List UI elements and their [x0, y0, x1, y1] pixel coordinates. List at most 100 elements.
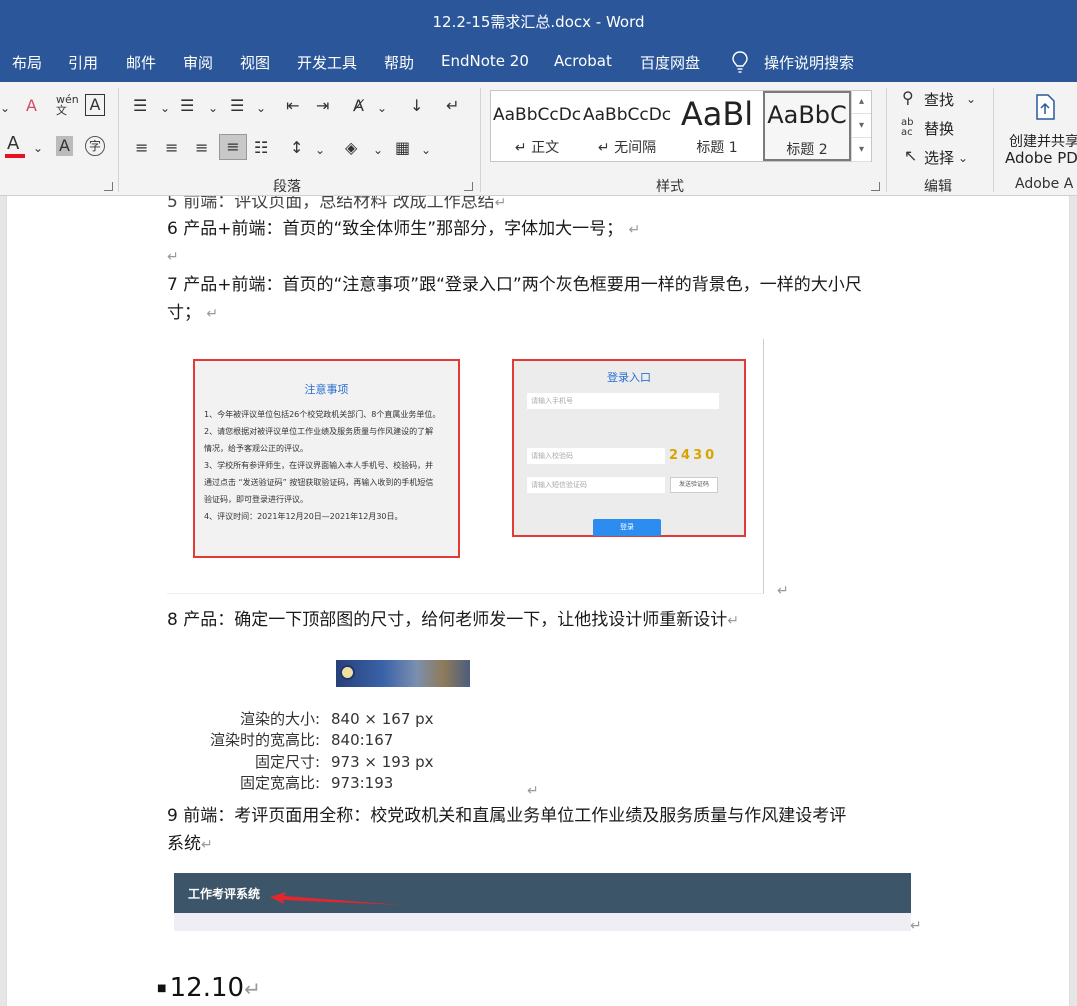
tab-acrobat[interactable]: Acrobat — [554, 52, 612, 70]
ribbon-tabs: 布局 引用 邮件 审阅 视图 开发工具 帮助 EndNote 20 Acroba… — [0, 42, 1077, 82]
tab-mailings[interactable]: 邮件 — [126, 52, 156, 73]
captcha-image: 2430 — [669, 448, 718, 463]
paragraph-group-label: 段落 — [273, 179, 301, 195]
chevron-down-icon[interactable]: ⌄ — [315, 140, 325, 160]
character-border-icon[interactable]: A — [85, 94, 105, 116]
tell-me-search[interactable]: 操作说明搜索 — [764, 52, 854, 73]
sms-code-field: 请输入短信验证码 — [527, 477, 665, 493]
line-text: 6 产品+前端：首页的“致全体师生”那部分，字体加大一号； — [167, 219, 624, 239]
chevron-down-icon[interactable]: ⌄ — [421, 140, 431, 160]
ribbon-separator — [886, 88, 887, 192]
enclose-characters-icon[interactable]: 字 — [85, 136, 105, 156]
sort-icon[interactable]: ↓ — [410, 96, 423, 116]
borders-icon[interactable]: ▦ — [395, 138, 410, 158]
heading-date: ■ 12.10↵ — [157, 973, 261, 1003]
dim-value: 840:167 — [331, 731, 394, 749]
dim-value: 973 × 193 px — [331, 753, 434, 771]
style-sample: AaBl — [680, 95, 754, 133]
notice-box: 注意事项 1、今年被评议单位包括26个校党政机关部门、8个直属业务单位。 2、请… — [193, 359, 460, 558]
align-right-icon[interactable]: ≡ — [195, 138, 208, 158]
justify-icon[interactable]: ≡ — [219, 134, 247, 160]
paragraph-mark-dims: ↵ — [527, 776, 539, 805]
increase-indent-icon[interactable]: ⇥ — [316, 96, 329, 116]
tab-review[interactable]: 审阅 — [183, 52, 213, 73]
embedded-screenshot-homepage[interactable]: 注意事项 1、今年被评议单位包括26个校党政机关部门、8个直属业务单位。 2、请… — [167, 339, 764, 594]
chevron-down-icon[interactable]: ⌄ — [160, 98, 170, 118]
decrease-indent-icon[interactable]: ⇤ — [286, 96, 299, 116]
lightbulb-icon[interactable] — [731, 51, 749, 73]
chevron-up-icon[interactable]: ▴ — [852, 90, 871, 114]
multilevel-list-icon[interactable]: ☰ — [230, 96, 244, 116]
tab-references[interactable]: 引用 — [68, 52, 98, 73]
tab-baidu-netdisk[interactable]: 百度网盘 — [640, 52, 700, 73]
style-normal[interactable]: AaBbCcDc ↵ 正文 — [493, 91, 581, 161]
chevron-down-icon[interactable]: ⌄ — [33, 138, 43, 158]
gallery-more-icon[interactable]: ▾ — [852, 138, 871, 162]
styles-group-label: 样式 — [656, 179, 684, 195]
numbering-icon[interactable]: ☰ — [180, 96, 194, 116]
styles-dialog-launcher[interactable] — [871, 182, 880, 191]
style-heading-1[interactable]: AaBl 标题 1 — [673, 91, 761, 161]
align-left-icon[interactable]: ≡ — [135, 138, 148, 158]
ribbon-separator — [118, 88, 119, 192]
dim-label: 固定宽高比: — [239, 774, 320, 792]
phonetic-guide-icon[interactable]: wén 文 — [56, 94, 79, 116]
notice-line: 4、评议时间：2021年12月20日—2021年12月30日。 — [204, 512, 403, 521]
create-pdf-icon[interactable] — [1034, 94, 1056, 120]
adobe-pdf-label[interactable]: Adobe PD — [1005, 149, 1077, 167]
notice-line: 1、今年被评议单位包括26个校党政机关部门、8个直属业务单位。 — [204, 410, 441, 419]
adobe-group-label: Adobe A — [1015, 176, 1074, 192]
chevron-down-icon[interactable]: ⌄ — [377, 98, 387, 118]
chevron-down-icon[interactable]: ⌄ — [958, 148, 968, 168]
ribbon-separator — [480, 88, 481, 192]
tab-developer[interactable]: 开发工具 — [297, 52, 357, 73]
line-text: 寸； — [167, 303, 201, 323]
bullets-icon[interactable]: ☰ — [133, 96, 147, 116]
line-text: 5 前端：评议页面，总结材料 改成工作总结 — [167, 196, 495, 212]
chevron-down-icon[interactable]: ⌄ — [208, 98, 218, 118]
chinese-layout-icon[interactable]: Ⱥ — [353, 96, 364, 116]
font-color-icon[interactable]: A — [7, 134, 19, 154]
style-heading-2[interactable]: AaBbC 标题 2 — [763, 91, 851, 161]
style-no-spacing[interactable]: AaBbCcDc ↵ 无间隔 — [583, 91, 671, 161]
chevron-down-icon[interactable]: ▾ — [852, 114, 871, 138]
chevron-down-icon[interactable]: ⌄ — [966, 89, 976, 109]
select-button[interactable]: 选择 — [924, 147, 954, 168]
style-name: 标题 1 — [696, 140, 738, 156]
align-center-icon[interactable]: ≡ — [165, 138, 178, 158]
chevron-down-icon[interactable]: ⌄ — [0, 98, 10, 118]
heading-text: 12.10 — [169, 973, 245, 1003]
doc-line-9: 9 前端：考评页面用全称：校党政机关和直属业务单位工作业绩及服务质量与作风建设考… — [167, 802, 846, 830]
code-field: 请输入校验码 — [527, 448, 665, 464]
banner-thumbnail[interactable] — [336, 660, 470, 687]
distributed-icon[interactable]: ☷ — [254, 138, 268, 158]
notice-title: 注意事项 — [304, 383, 349, 396]
font-dialog-launcher[interactable] — [104, 182, 113, 191]
login-box: 登录入口 请输入手机号 请输入校验码 2430 请输入短信验证码 发送验证码 登… — [512, 359, 746, 537]
show-formatting-marks-icon[interactable]: ↵ — [446, 96, 459, 116]
tab-endnote[interactable]: EndNote 20 — [441, 52, 529, 70]
notice-line: 3、学校所有参评师生，在评议界面输入本人手机号、校验码，并 — [204, 461, 434, 470]
character-shading-icon[interactable]: A — [56, 136, 73, 156]
line-text: 8 产品：确定一下顶部图的尺寸，给何老师发一下，让他找设计师重新设计 — [167, 610, 728, 630]
line-spacing-icon[interactable]: ↕ — [290, 138, 303, 158]
tab-help[interactable]: 帮助 — [384, 52, 414, 73]
embedded-screenshot-system-bar[interactable]: 工作考评系统 — [174, 873, 911, 931]
create-share-pdf-label[interactable]: 创建并共享 — [1009, 131, 1077, 151]
style-sample: AaBbCcDc — [583, 105, 671, 125]
document-page[interactable]: 5 前端：评议页面，总结材料 改成工作总结↵ 6 产品+前端：首页的“致全体师生… — [6, 196, 1070, 1006]
find-button[interactable]: 查找 — [924, 89, 954, 110]
paragraph-mark: ↵ — [494, 196, 507, 211]
chevron-down-icon[interactable]: ⌄ — [373, 140, 383, 160]
clear-formatting-icon[interactable]: A — [26, 96, 37, 116]
system-title: 工作考评系统 — [188, 887, 261, 901]
line-text: 7 产品+前端：首页的“注意事项”跟“登录入口”两个灰色框要用一样的背景色，一样… — [167, 275, 862, 295]
tab-layout[interactable]: 布局 — [12, 52, 42, 73]
line-text: 系统 — [167, 834, 201, 854]
paragraph-dialog-launcher[interactable] — [464, 182, 473, 191]
doc-line-7: 7 产品+前端：首页的“注意事项”跟“登录入口”两个灰色框要用一样的背景色，一样… — [167, 271, 862, 299]
shading-icon[interactable]: ◈ — [345, 138, 357, 158]
replace-button[interactable]: 替换 — [924, 118, 954, 139]
chevron-down-icon[interactable]: ⌄ — [256, 98, 266, 118]
tab-view[interactable]: 视图 — [240, 52, 270, 73]
